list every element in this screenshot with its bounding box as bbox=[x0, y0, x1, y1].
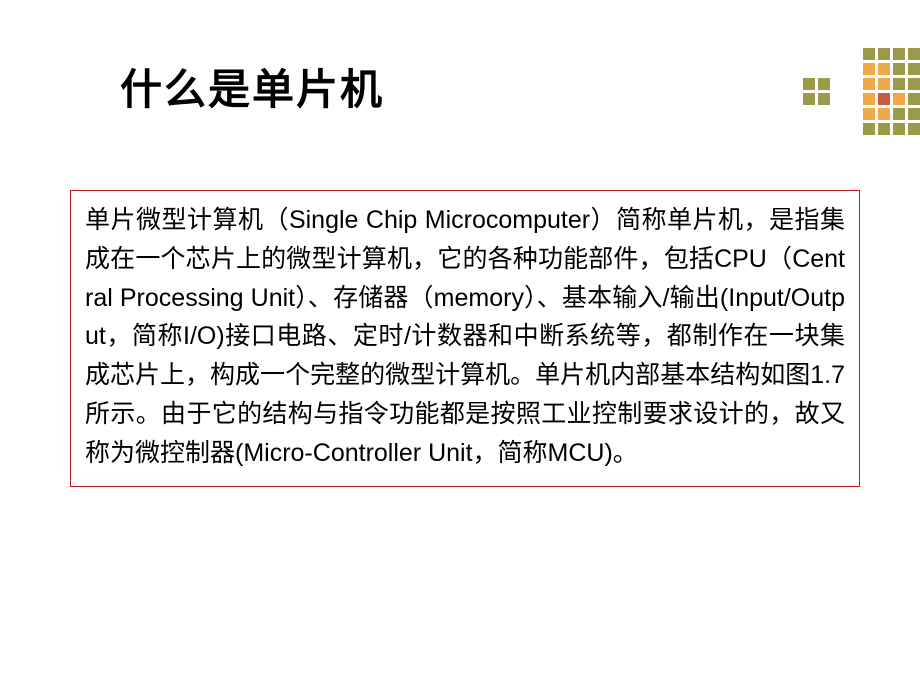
definition-box: 单片微型计算机（Single Chip Microcomputer）简称单片机，… bbox=[70, 190, 860, 487]
corner-dot-grid bbox=[803, 48, 920, 135]
definition-text: 单片微型计算机（Single Chip Microcomputer）简称单片机，… bbox=[85, 206, 845, 467]
slide-title: 什么是单片机 bbox=[120, 56, 384, 117]
